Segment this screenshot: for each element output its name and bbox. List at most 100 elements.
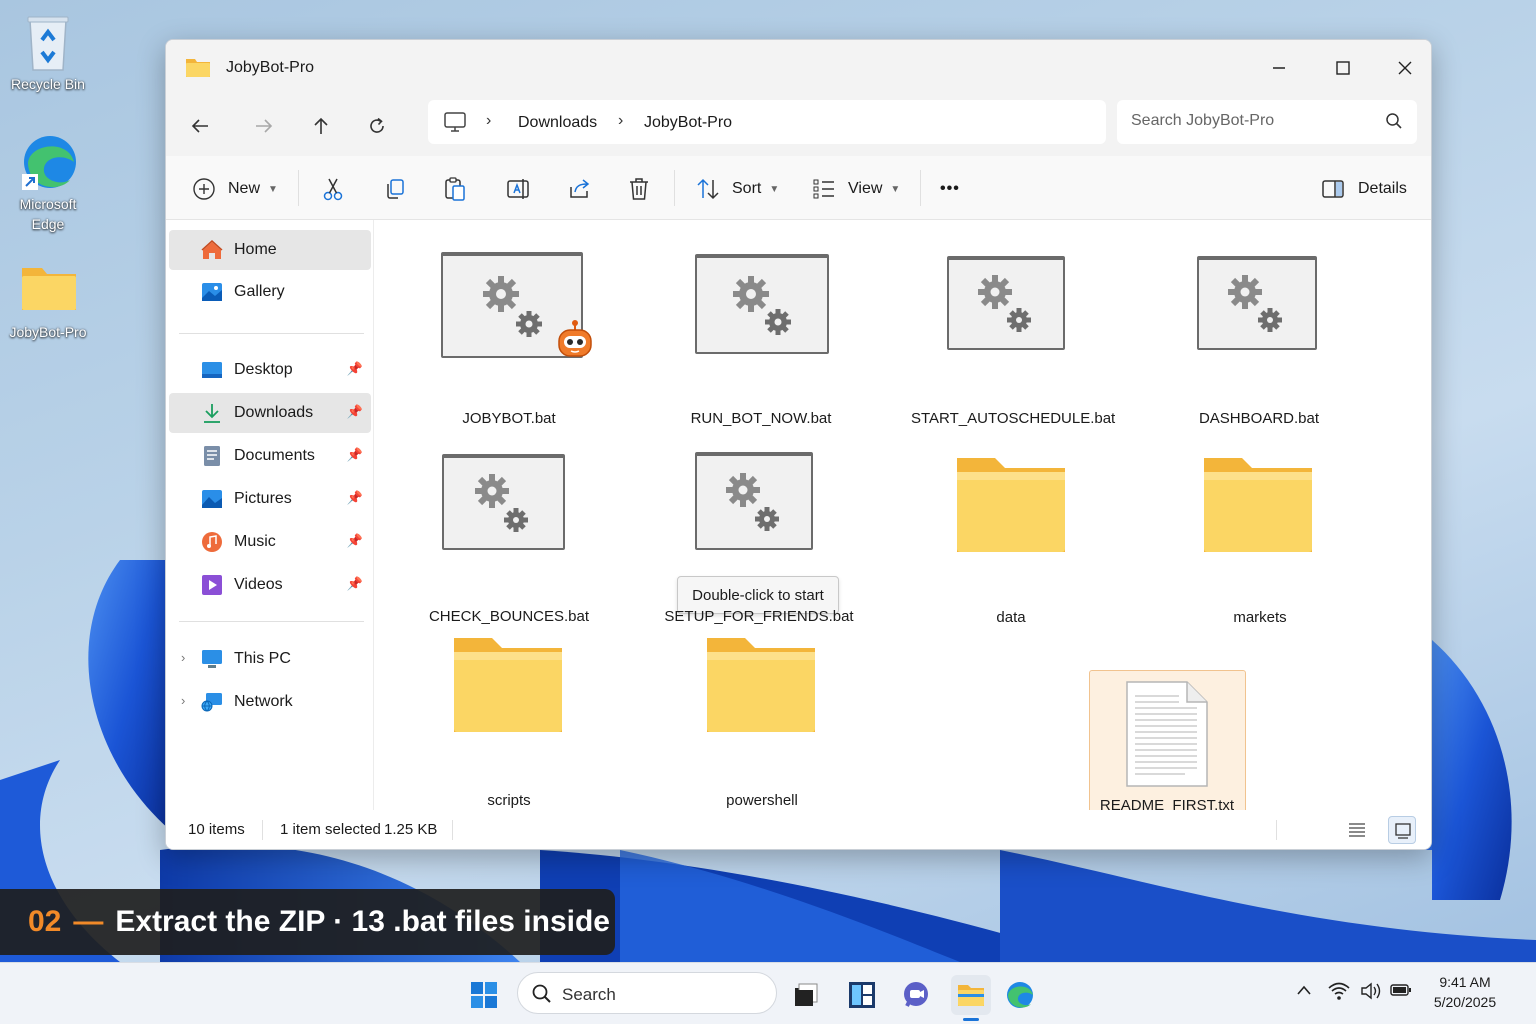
- desktop-icon-jobybot-folder[interactable]: JobyBot-Pro: [0, 262, 96, 342]
- new-button[interactable]: New ▼: [192, 172, 278, 206]
- sidebar-item-music[interactable]: Music 📌: [169, 522, 371, 562]
- step-number: 02: [28, 905, 62, 938]
- copy-button[interactable]: [384, 172, 406, 206]
- chevron-right-icon: ›: [486, 112, 492, 129]
- up-button[interactable]: [303, 108, 339, 144]
- navigation-bar: › Downloads › JobyBot-Pro: [166, 96, 1431, 156]
- folder-icon: [454, 638, 562, 732]
- cut-button[interactable]: [322, 172, 344, 206]
- sidebar-item-documents[interactable]: Documents 📌: [169, 436, 371, 476]
- robot-icon: [558, 320, 592, 357]
- teams-button[interactable]: [896, 975, 936, 1015]
- start-button[interactable]: [464, 975, 504, 1015]
- address-bar[interactable]: › Downloads › JobyBot-Pro: [428, 100, 1106, 144]
- selection-count: 1 item selected: [280, 821, 381, 838]
- wifi-icon[interactable]: [1328, 981, 1350, 1005]
- music-icon: [202, 532, 222, 552]
- folder-item-data[interactable]: data: [911, 450, 1111, 626]
- new-label: New: [228, 180, 261, 197]
- search-icon: [532, 984, 551, 1003]
- details-button[interactable]: Details: [1322, 172, 1407, 206]
- file-item-jobybot-bat[interactable]: JOBYBOT.bat: [409, 250, 609, 427]
- sidebar-item-label: Network: [234, 693, 293, 710]
- chat-icon: [904, 982, 928, 1007]
- taskbar-search[interactable]: Search: [517, 972, 777, 1014]
- pin-icon: 📌: [346, 447, 363, 462]
- rename-button[interactable]: [506, 172, 530, 206]
- trash-icon: [630, 178, 648, 200]
- pin-icon: 📌: [346, 361, 363, 376]
- pictures-icon: [202, 490, 222, 508]
- chevron-right-icon[interactable]: ›: [181, 650, 185, 665]
- back-button[interactable]: [182, 108, 218, 144]
- step-text: Extract the ZIP · 13 .bat files inside: [115, 905, 610, 938]
- sort-button[interactable]: Sort ▼: [696, 172, 779, 206]
- windows-logo-icon: [471, 982, 497, 1008]
- refresh-button[interactable]: [359, 108, 395, 144]
- file-grid: JOBYBOT.bat Double-click to start RUN_BO…: [375, 220, 1431, 824]
- paste-button[interactable]: [444, 172, 466, 206]
- file-item-run-bot-now-bat[interactable]: RUN_BOT_NOW.bat: [661, 250, 861, 427]
- file-name: RUN_BOT_NOW.bat: [690, 410, 832, 427]
- chevron-up-icon[interactable]: [1296, 983, 1312, 1000]
- more-options-button[interactable]: •••: [940, 172, 960, 206]
- monitor-icon: [444, 112, 466, 132]
- sidebar-item-downloads[interactable]: Downloads 📌: [169, 393, 371, 433]
- search-input[interactable]: [1131, 112, 1371, 130]
- divider: [674, 170, 675, 206]
- widgets-button[interactable]: [842, 975, 882, 1015]
- folder-icon: [707, 638, 815, 732]
- delete-button[interactable]: [628, 172, 650, 206]
- home-icon: [201, 239, 223, 259]
- file-item-dashboard-bat[interactable]: DASHBOARD.bat: [1159, 250, 1359, 427]
- chevron-right-icon[interactable]: ›: [181, 693, 185, 708]
- sidebar-item-videos[interactable]: Videos 📌: [169, 565, 371, 605]
- file-item-start-autoschedule-bat[interactable]: START_AUTOSCHEDULE.bat: [911, 250, 1115, 427]
- breadcrumb-jobybot-pro[interactable]: JobyBot-Pro: [644, 114, 732, 132]
- recycle-bin-label: Recycle Bin: [11, 76, 85, 92]
- file-item-check-bounces-bat[interactable]: CHECK_BOUNCES.bat: [409, 450, 609, 625]
- refresh-icon: [370, 117, 384, 133]
- folder-item-powershell[interactable]: powershell: [662, 632, 862, 809]
- arrow-up-icon: [314, 117, 328, 134]
- chevron-down-icon: ▼: [890, 183, 901, 195]
- task-view-button[interactable]: [786, 975, 826, 1015]
- file-name: CHECK_BOUNCES.bat: [428, 608, 590, 625]
- maximize-icon: [1336, 61, 1350, 75]
- sidebar-item-label: Pictures: [234, 490, 292, 507]
- search-box[interactable]: [1117, 100, 1417, 144]
- sort-icon: [697, 178, 719, 200]
- sidebar-item-network[interactable]: › Network: [169, 682, 371, 722]
- battery-icon[interactable]: [1390, 982, 1412, 1002]
- widgets-icon: [849, 982, 875, 1008]
- sidebar-item-gallery[interactable]: Gallery: [169, 272, 371, 312]
- sidebar-item-label: Documents: [234, 447, 315, 464]
- recycle-bin-icon: [20, 14, 76, 71]
- sidebar-item-home[interactable]: Home: [169, 230, 371, 270]
- edge-taskbar-button[interactable]: [1000, 975, 1040, 1015]
- divider: [298, 170, 299, 206]
- edge-label: Microsoft Edge: [19, 196, 77, 232]
- close-button[interactable]: [1382, 50, 1428, 86]
- minimize-button[interactable]: [1256, 50, 1302, 86]
- sidebar-item-desktop[interactable]: Desktop 📌: [169, 350, 371, 390]
- forward-button[interactable]: [246, 108, 282, 144]
- desktop-icon-recycle-bin[interactable]: Recycle Bin: [0, 14, 96, 94]
- volume-icon[interactable]: [1360, 981, 1382, 1005]
- share-button[interactable]: [568, 172, 592, 206]
- sidebar-item-this-pc[interactable]: › This PC: [169, 639, 371, 679]
- folder-item-scripts[interactable]: scripts: [409, 632, 609, 809]
- maximize-button[interactable]: [1320, 50, 1366, 86]
- desktop-icon-edge[interactable]: Microsoft Edge: [0, 134, 96, 234]
- large-icons-view-button[interactable]: [1388, 816, 1416, 844]
- file-explorer-taskbar-button[interactable]: [951, 975, 991, 1021]
- view-button[interactable]: View ▼: [812, 172, 900, 206]
- sidebar-item-pictures[interactable]: Pictures 📌: [169, 479, 371, 519]
- system-clock[interactable]: 9:41 AM 5/20/2025: [1420, 972, 1510, 1012]
- breadcrumb-downloads[interactable]: Downloads: [518, 114, 597, 132]
- file-item-readme-first-txt[interactable]: README_FIRST.txt: [1067, 672, 1267, 822]
- file-item-setup-for-friends-bat[interactable]: SETUP_FOR_FRIENDS.bat: [659, 450, 859, 625]
- folder-item-markets[interactable]: markets: [1160, 450, 1360, 626]
- details-view-icon[interactable]: [1348, 821, 1366, 839]
- videos-icon: [202, 575, 222, 595]
